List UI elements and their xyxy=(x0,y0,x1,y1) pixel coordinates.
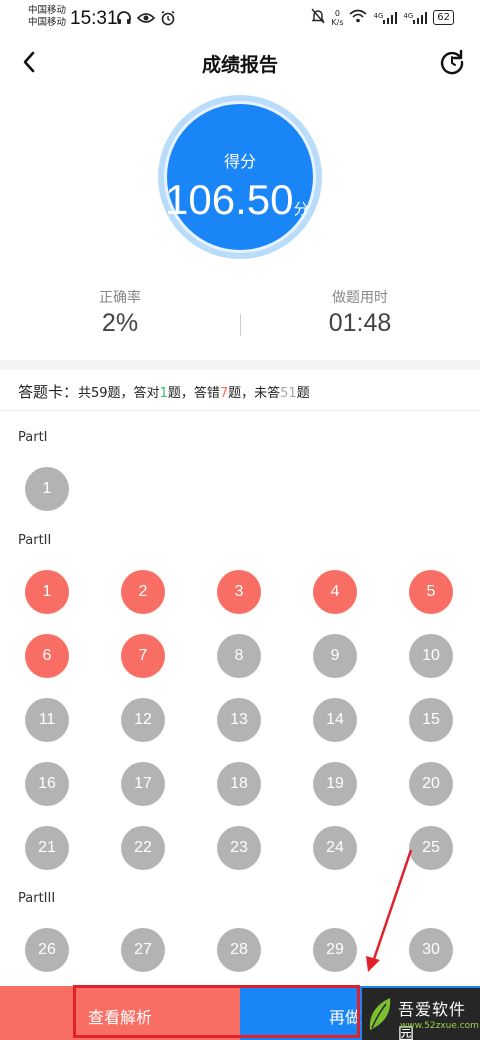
network-speed: 0 K/s xyxy=(331,8,344,27)
page-title: 成绩报告 xyxy=(201,54,278,76)
question-button[interactable]: 20 xyxy=(409,762,453,806)
signal-1: 4G xyxy=(373,11,398,24)
question-button[interactable]: 18 xyxy=(217,762,261,806)
headphones-icon xyxy=(116,10,132,30)
score-label: 得分 xyxy=(223,152,256,171)
question-button[interactable]: 26 xyxy=(25,928,69,972)
summary-divider xyxy=(0,410,480,411)
watermark: 吾爱软件园 www.52zxue.com xyxy=(362,988,480,1040)
accuracy-stat: 正确率 2% xyxy=(40,287,200,338)
score-ring: 得分 106.50分 xyxy=(158,95,322,259)
redo-icon xyxy=(440,49,464,75)
question-button[interactable]: 15 xyxy=(409,698,453,742)
question-button[interactable]: 23 xyxy=(217,826,261,870)
answer-card-title: 答题卡： xyxy=(18,383,79,401)
question-button[interactable]: 29 xyxy=(313,928,357,972)
view-analysis-button[interactable]: 查看解析 xyxy=(0,986,240,1040)
leaf-logo-icon xyxy=(369,998,391,1030)
watermark-text: 吾爱软件园 xyxy=(398,1000,467,1040)
question-button[interactable]: 3 xyxy=(217,570,261,614)
status-icons-right: 0 K/s 4G 4G 62 xyxy=(311,8,454,27)
time-label: 做题用时 xyxy=(332,290,388,306)
question-button[interactable]: 14 xyxy=(313,698,357,742)
battery-indicator: 62 xyxy=(433,10,454,25)
question-button[interactable]: 21 xyxy=(25,826,69,870)
question-button[interactable]: 22 xyxy=(121,826,165,870)
wifi-icon xyxy=(349,9,368,26)
wrong-count: 7 xyxy=(219,386,229,401)
question-button[interactable]: 25 xyxy=(409,826,453,870)
score-unit: 分 xyxy=(293,201,309,218)
mute-icon xyxy=(311,8,325,27)
score-circle: 得分 106.50分 xyxy=(164,101,316,253)
status-time: 15:31 xyxy=(70,8,118,29)
question-button[interactable]: 7 xyxy=(121,634,165,678)
status-bar: 中国移动 中国移动 15:31 0 K/s 4G 4G 62 xyxy=(0,0,480,36)
question-button[interactable]: 13 xyxy=(217,698,261,742)
part-label: PartII xyxy=(18,533,52,548)
question-button[interactable]: 24 xyxy=(313,826,357,870)
score-value: 106.50分 xyxy=(165,176,309,223)
alarm-icon xyxy=(160,10,176,30)
question-button[interactable]: 27 xyxy=(121,928,165,972)
part-label: PartI xyxy=(18,430,48,445)
question-button[interactable]: 1 xyxy=(25,570,69,614)
signal-bars-icon xyxy=(413,11,428,24)
question-button[interactable]: 4 xyxy=(313,570,357,614)
eye-icon xyxy=(136,10,156,30)
question-button[interactable]: 6 xyxy=(25,634,69,678)
question-button[interactable]: 8 xyxy=(217,634,261,678)
carrier-info: 中国移动 中国移动 xyxy=(28,5,66,29)
time-value: 01:48 xyxy=(328,309,392,337)
question-button[interactable]: 30 xyxy=(409,928,453,972)
correct-count: 1 xyxy=(159,386,168,401)
signal-2: 4G xyxy=(403,11,428,24)
question-button[interactable]: 1 xyxy=(25,467,69,511)
watermark-url: www.52zxue.com xyxy=(400,1021,479,1031)
carrier-2: 中国移动 xyxy=(28,17,67,28)
question-button[interactable]: 11 xyxy=(25,698,69,742)
section-divider xyxy=(0,360,480,370)
question-button[interactable]: 5 xyxy=(409,570,453,614)
status-icons-left xyxy=(116,10,176,30)
question-button[interactable]: 17 xyxy=(121,762,165,806)
carrier-1: 中国移动 xyxy=(28,5,67,16)
stat-divider xyxy=(240,314,241,336)
signal-bars-icon xyxy=(383,11,398,24)
redo-button[interactable] xyxy=(438,48,466,76)
question-button[interactable]: 2 xyxy=(121,570,165,614)
answer-card-summary: 答题卡：共59题，答对1题，答错7题，未答51题 xyxy=(18,383,310,401)
question-button[interactable]: 16 xyxy=(25,762,69,806)
blank-count: 51 xyxy=(280,386,297,401)
question-button[interactable]: 10 xyxy=(409,634,453,678)
header: 成绩报告 xyxy=(0,40,480,84)
question-button[interactable]: 28 xyxy=(217,928,261,972)
accuracy-label: 正确率 xyxy=(99,290,141,306)
question-button[interactable]: 9 xyxy=(313,634,357,678)
question-button[interactable]: 19 xyxy=(313,762,357,806)
part-label: PartIII xyxy=(18,891,56,906)
accuracy-value: 2% xyxy=(101,309,139,337)
question-button[interactable]: 12 xyxy=(121,698,165,742)
time-stat: 做题用时 01:48 xyxy=(280,287,440,338)
